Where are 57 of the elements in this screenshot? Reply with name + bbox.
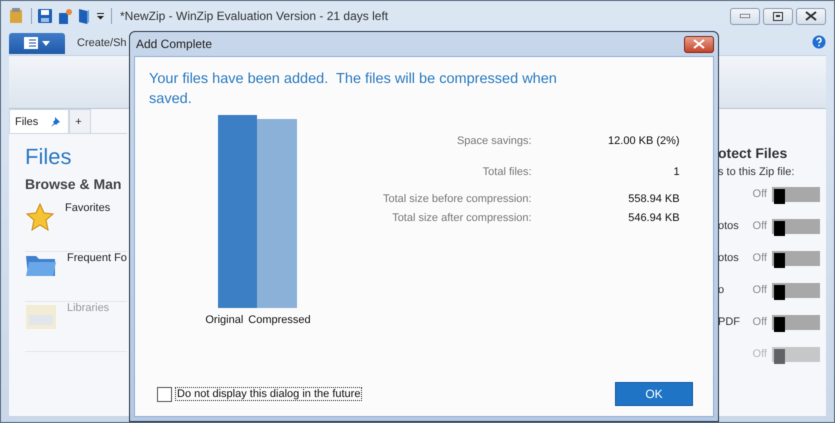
- pane-tab[interactable]: Files: [9, 109, 70, 133]
- toggle-state: Off: [752, 284, 767, 296]
- dialog-message: Your files have been added. The files will be compressed when saved.: [149, 70, 558, 109]
- menu-icon: [24, 37, 38, 49]
- add-tab-button[interactable]: +: [69, 109, 91, 133]
- toggle-switch[interactable]: [772, 282, 820, 298]
- close-icon: [693, 39, 705, 49]
- toggle-switch[interactable]: [772, 314, 820, 330]
- bar-label: Original: [205, 314, 244, 326]
- library-icon: [25, 302, 57, 330]
- stat-label: Space savings:: [456, 135, 532, 147]
- section-heading: otect Files: [718, 145, 788, 161]
- pane-heading: Files: [25, 144, 72, 170]
- stat-value: 12.00 KB (2%): [607, 135, 680, 147]
- save-icon[interactable]: [38, 9, 52, 23]
- close-button[interactable]: [684, 36, 714, 52]
- ok-button[interactable]: OK: [615, 382, 693, 406]
- help-icon[interactable]: [812, 34, 826, 48]
- toggle-state: Off: [752, 348, 767, 360]
- star-icon: [25, 202, 55, 232]
- pin-icon[interactable]: [50, 116, 60, 126]
- caret-icon: [42, 40, 50, 46]
- maximize-icon: [773, 12, 783, 20]
- ribbon-tab[interactable]: Create/Sh: [77, 37, 127, 49]
- dropdown-icon[interactable]: [96, 12, 105, 20]
- stat-value: 1: [672, 166, 680, 178]
- close-icon: [805, 11, 817, 21]
- toggle-switch[interactable]: [772, 218, 820, 234]
- checkbox[interactable]: [157, 386, 172, 402]
- toggle-state: Off: [752, 316, 767, 328]
- stat-label: Total files:: [482, 166, 532, 178]
- toggle-switch[interactable]: [772, 250, 820, 266]
- dialog-title: Add Complete: [136, 37, 212, 51]
- window-title: *NewZip - WinZip Evaluation Version - 21 days left: [120, 9, 388, 23]
- stat-value: 546.94 KB: [627, 212, 680, 224]
- stat-label: Total size before compression:: [383, 193, 532, 205]
- location-item[interactable]: Frequent Fo: [25, 252, 127, 302]
- minimize-icon: [740, 14, 750, 18]
- maximize-button[interactable]: [763, 8, 793, 24]
- bar-label: Compressed: [248, 314, 311, 326]
- toggle-state: Off: [752, 252, 767, 264]
- checkbox-label[interactable]: Do not display this dialog in the future: [175, 387, 362, 401]
- option-label: PDF: [718, 316, 740, 328]
- option-label: otos: [718, 252, 739, 264]
- minimize-button[interactable]: [730, 8, 760, 24]
- stat-value: 558.94 KB: [627, 193, 680, 205]
- toggle-state: Off: [752, 188, 767, 200]
- app-menu-button[interactable]: [9, 32, 65, 54]
- toggle-switch[interactable]: [772, 186, 820, 202]
- book-icon[interactable]: [78, 8, 90, 24]
- pane-subheading: Browse & Man: [25, 176, 122, 192]
- close-button[interactable]: [796, 8, 826, 24]
- location-item[interactable]: Favorites: [25, 202, 127, 252]
- stat-label: Total size after compression:: [391, 212, 532, 224]
- option-label: otos: [718, 220, 739, 232]
- new-file-icon[interactable]: [58, 8, 72, 24]
- toggle-state: Off: [752, 220, 767, 232]
